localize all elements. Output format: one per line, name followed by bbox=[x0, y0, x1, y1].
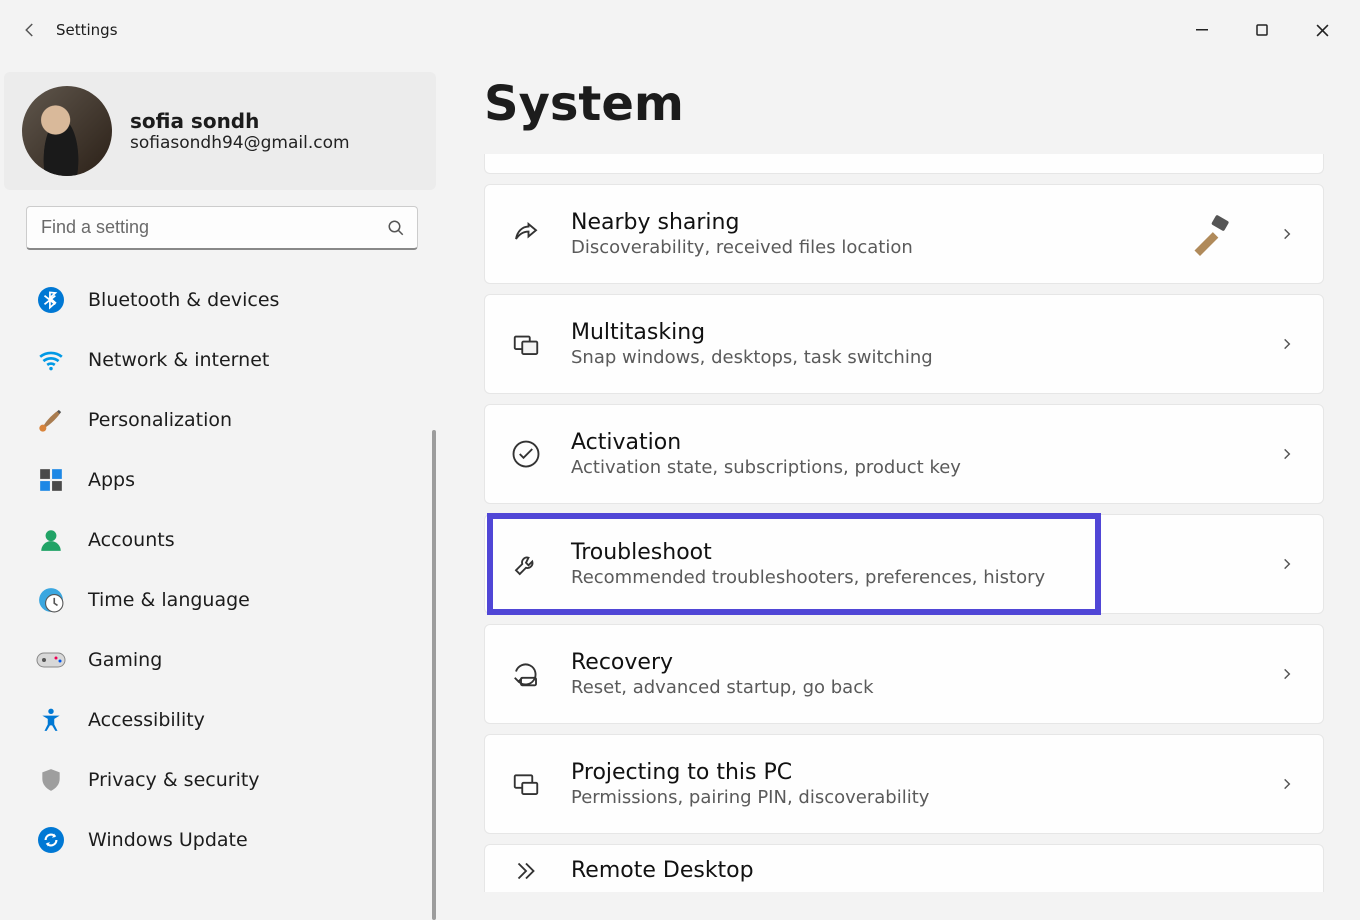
sidebar-item-label: Apps bbox=[88, 469, 135, 491]
sidebar-item-apps[interactable]: Apps bbox=[22, 450, 440, 510]
card-body: Activation Activation state, subscriptio… bbox=[571, 430, 1245, 478]
card-subtitle: Recommended troubleshooters, preferences… bbox=[571, 567, 1245, 588]
card-title: Multitasking bbox=[571, 320, 1245, 345]
user-name: sofia sondh bbox=[130, 109, 350, 133]
card-body: Remote Desktop bbox=[571, 858, 1301, 883]
card-title: Projecting to this PC bbox=[571, 760, 1245, 785]
card-subtitle: Permissions, pairing PIN, discoverabilit… bbox=[571, 787, 1245, 808]
sidebar-item-label: Accounts bbox=[88, 529, 175, 551]
person-icon bbox=[36, 525, 66, 555]
card-title: Remote Desktop bbox=[571, 858, 1301, 883]
update-icon bbox=[36, 825, 66, 855]
search-input[interactable] bbox=[26, 206, 418, 250]
card-recovery[interactable]: Recovery Reset, advanced startup, go bac… bbox=[484, 624, 1324, 724]
chevron-right-icon bbox=[1273, 660, 1301, 688]
brush-icon bbox=[36, 405, 66, 435]
sidebar-item-network[interactable]: Network & internet bbox=[22, 330, 440, 390]
layout: sofia sondh sofiasondh94@gmail.com Bluet… bbox=[0, 60, 1360, 892]
gamepad-icon bbox=[36, 645, 66, 675]
card-multitasking[interactable]: Multitasking Snap windows, desktops, tas… bbox=[484, 294, 1324, 394]
sidebar: sofia sondh sofiasondh94@gmail.com Bluet… bbox=[0, 60, 440, 892]
card-body: Troubleshoot Recommended troubleshooters… bbox=[571, 540, 1245, 588]
back-button[interactable] bbox=[8, 8, 52, 52]
wifi-icon bbox=[36, 345, 66, 375]
avatar bbox=[22, 86, 112, 176]
card-body: Projecting to this PC Permissions, pairi… bbox=[571, 760, 1245, 808]
hammer-icon bbox=[1189, 212, 1233, 256]
main: System Nearby sharing Discoverability, r… bbox=[440, 60, 1360, 892]
shield-icon bbox=[36, 765, 66, 795]
chevron-right-icon bbox=[1273, 330, 1301, 358]
user-card[interactable]: sofia sondh sofiasondh94@gmail.com bbox=[4, 72, 436, 190]
sidebar-item-time[interactable]: Time & language bbox=[22, 570, 440, 630]
check-circle-icon bbox=[509, 437, 543, 471]
recovery-icon bbox=[509, 657, 543, 691]
sidebar-item-label: Windows Update bbox=[88, 829, 248, 851]
sidebar-item-privacy[interactable]: Privacy & security bbox=[22, 750, 440, 810]
chevron-right-icon bbox=[1273, 220, 1301, 248]
sidebar-item-label: Accessibility bbox=[88, 709, 205, 731]
app-title: Settings bbox=[56, 21, 118, 39]
sidebar-scrollbar[interactable] bbox=[432, 430, 436, 920]
user-email: sofiasondh94@gmail.com bbox=[130, 133, 350, 153]
card-body: Nearby sharing Discoverability, received… bbox=[571, 210, 1161, 258]
sidebar-item-label: Bluetooth & devices bbox=[88, 289, 279, 311]
card-projecting[interactable]: Projecting to this PC Permissions, pairi… bbox=[484, 734, 1324, 834]
sidebar-item-accessibility[interactable]: Accessibility bbox=[22, 690, 440, 750]
nav-list: Bluetooth & devices Network & internet P… bbox=[4, 270, 440, 870]
sidebar-item-label: Time & language bbox=[88, 589, 250, 611]
card-title: Activation bbox=[571, 430, 1245, 455]
sidebar-item-label: Privacy & security bbox=[88, 769, 260, 791]
clock-globe-icon bbox=[36, 585, 66, 615]
close-button[interactable] bbox=[1292, 10, 1352, 50]
sidebar-item-label: Personalization bbox=[88, 409, 232, 431]
wrench-icon bbox=[509, 547, 543, 581]
card-title: Recovery bbox=[571, 650, 1245, 675]
card-partial-above[interactable] bbox=[484, 154, 1324, 174]
card-subtitle: Discoverability, received files location bbox=[571, 237, 1161, 258]
remote-icon bbox=[509, 854, 543, 888]
minimize-button[interactable] bbox=[1172, 10, 1232, 50]
card-nearby-sharing[interactable]: Nearby sharing Discoverability, received… bbox=[484, 184, 1324, 284]
titlebar: Settings bbox=[0, 0, 1360, 60]
card-troubleshoot[interactable]: Troubleshoot Recommended troubleshooters… bbox=[484, 514, 1324, 614]
card-subtitle: Activation state, subscriptions, product… bbox=[571, 457, 1245, 478]
sidebar-item-accounts[interactable]: Accounts bbox=[22, 510, 440, 570]
card-activation[interactable]: Activation Activation state, subscriptio… bbox=[484, 404, 1324, 504]
chevron-right-icon bbox=[1273, 770, 1301, 798]
window-controls bbox=[1172, 10, 1352, 50]
chevron-right-icon bbox=[1273, 550, 1301, 578]
sidebar-item-bluetooth[interactable]: Bluetooth & devices bbox=[22, 270, 440, 330]
card-remote-desktop[interactable]: Remote Desktop bbox=[484, 844, 1324, 892]
card-list: Nearby sharing Discoverability, received… bbox=[484, 154, 1324, 892]
search-wrap bbox=[26, 206, 418, 250]
user-info: sofia sondh sofiasondh94@gmail.com bbox=[130, 109, 350, 153]
sidebar-item-update[interactable]: Windows Update bbox=[22, 810, 440, 870]
card-title: Troubleshoot bbox=[571, 540, 1245, 565]
projecting-icon bbox=[509, 767, 543, 801]
card-subtitle: Reset, advanced startup, go back bbox=[571, 677, 1245, 698]
sidebar-item-gaming[interactable]: Gaming bbox=[22, 630, 440, 690]
chevron-right-icon bbox=[1273, 440, 1301, 468]
page-title: System bbox=[484, 76, 1324, 132]
sidebar-item-label: Network & internet bbox=[88, 349, 269, 371]
maximize-button[interactable] bbox=[1232, 10, 1292, 50]
accessibility-icon bbox=[36, 705, 66, 735]
apps-icon bbox=[36, 465, 66, 495]
card-body: Multitasking Snap windows, desktops, tas… bbox=[571, 320, 1245, 368]
search-button[interactable] bbox=[380, 212, 412, 244]
sidebar-item-label: Gaming bbox=[88, 649, 162, 671]
card-subtitle: Snap windows, desktops, task switching bbox=[571, 347, 1245, 368]
sidebar-item-personalization[interactable]: Personalization bbox=[22, 390, 440, 450]
card-title: Nearby sharing bbox=[571, 210, 1161, 235]
share-icon bbox=[509, 217, 543, 251]
bluetooth-icon bbox=[36, 285, 66, 315]
card-body: Recovery Reset, advanced startup, go bac… bbox=[571, 650, 1245, 698]
multitasking-icon bbox=[509, 327, 543, 361]
